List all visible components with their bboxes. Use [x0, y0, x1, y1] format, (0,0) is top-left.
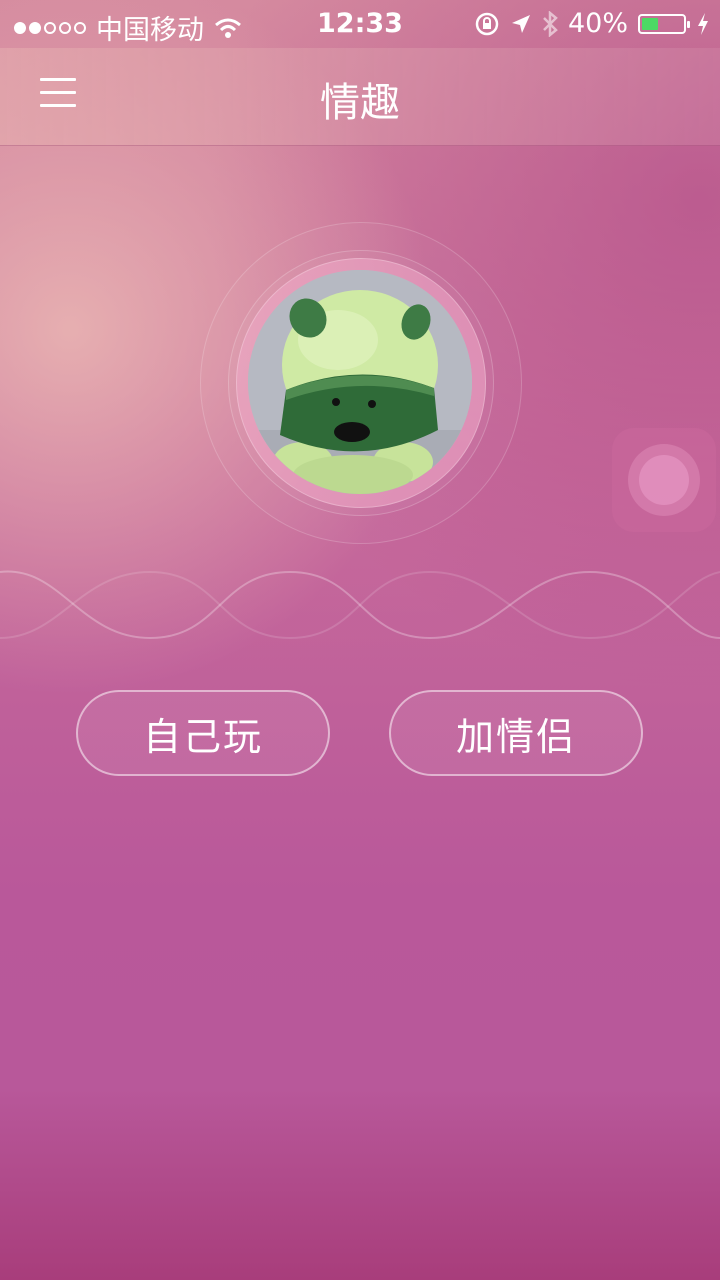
play-solo-button[interactable]: 自己玩 [76, 690, 330, 776]
decorative-wave [0, 570, 720, 640]
battery-tip [687, 20, 690, 28]
page-title: 情趣 [320, 80, 400, 126]
charging-icon [698, 12, 708, 35]
status-bar: 中国移动 12:33 40% [0, 0, 720, 48]
orientation-lock-icon [475, 12, 499, 35]
navigation-bar: 情趣 [0, 48, 720, 146]
device-avatar[interactable] [248, 270, 472, 494]
green-toy-image [248, 270, 472, 494]
location-icon [511, 14, 530, 33]
battery-percentage: 40% [567, 8, 628, 39]
add-partner-button[interactable]: 加情侣 [389, 690, 643, 776]
status-right: 40% [474, 8, 710, 39]
floating-button-core [639, 455, 689, 505]
floating-assistive-button[interactable] [612, 428, 716, 532]
bluetooth-icon [543, 10, 558, 37]
battery-level [642, 17, 658, 30]
battery-icon [638, 13, 690, 34]
